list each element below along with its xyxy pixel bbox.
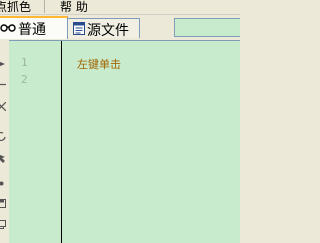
line-icon[interactable] bbox=[0, 78, 6, 87]
menu-item-help[interactable]: 帮 助 bbox=[60, 0, 88, 15]
dot-icon[interactable] bbox=[0, 177, 6, 186]
save-icon[interactable] bbox=[0, 197, 6, 208]
line-number-gutter: 1 2 bbox=[9, 41, 62, 243]
cut-icon[interactable] bbox=[0, 100, 7, 112]
menu-item-color-pick[interactable]: 点抓色 bbox=[0, 0, 31, 15]
tab-source-file-label: 源文件 bbox=[87, 23, 129, 39]
menu-bar: 点抓色 帮 助 bbox=[0, 0, 240, 15]
line-number: 2 bbox=[21, 73, 28, 86]
loop-icon[interactable] bbox=[0, 130, 6, 142]
document-icon bbox=[73, 22, 85, 35]
code-line[interactable]: 左键单击 bbox=[77, 56, 121, 72]
glasses-icon bbox=[0, 22, 16, 32]
copy-icon[interactable] bbox=[0, 218, 6, 229]
tool-strip bbox=[0, 40, 8, 242]
arrow-icon[interactable] bbox=[0, 58, 6, 67]
pointer-icon[interactable] bbox=[0, 152, 6, 163]
menu-separator bbox=[44, 0, 45, 13]
code-editor[interactable]: 1 2 左键单击 bbox=[9, 40, 240, 243]
line-number: 1 bbox=[21, 56, 28, 69]
search-box[interactable] bbox=[174, 18, 240, 37]
tab-normal-label: 普通 bbox=[18, 22, 46, 38]
tab-normal[interactable]: 普通 bbox=[0, 16, 68, 39]
tab-source-file[interactable]: 源文件 bbox=[67, 18, 140, 39]
